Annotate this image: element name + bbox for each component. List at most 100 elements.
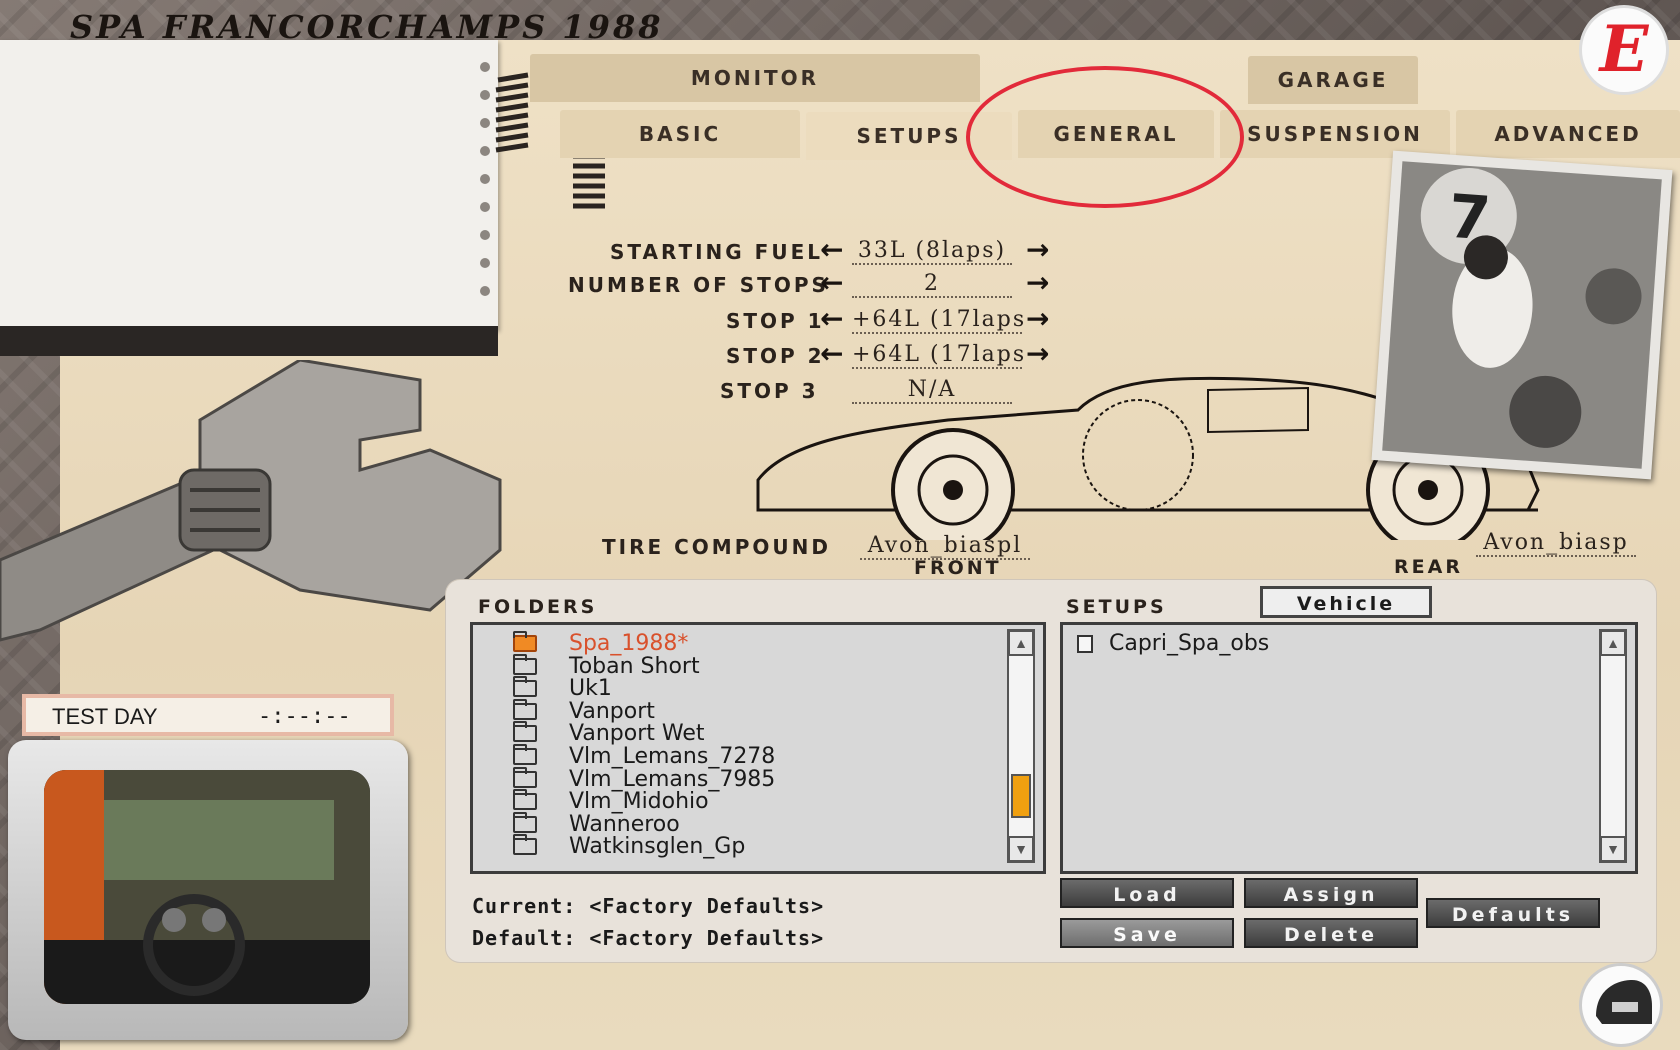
number-of-stops-decrease-icon[interactable]: ← — [820, 269, 843, 297]
session-panel: TEST DAY -:--:-- — [22, 694, 394, 736]
document-icon — [1077, 635, 1093, 653]
save-button[interactable]: Save — [1060, 918, 1234, 948]
folder-item[interactable]: Wanneroo — [473, 811, 1043, 837]
stop1-label: STOP 1 — [726, 309, 825, 333]
notepad-hole — [480, 174, 490, 184]
wrench-icon — [0, 360, 502, 642]
folder-name: Vlm_Midohio — [569, 789, 709, 815]
tire-compound-label: TIRE COMPOUND — [602, 535, 831, 559]
folder-name: Wanneroo — [569, 811, 680, 837]
folder-icon — [513, 834, 537, 856]
load-button[interactable]: Load — [1060, 878, 1234, 908]
folder-icon — [513, 698, 537, 720]
stop3-value: N/A — [852, 377, 1012, 404]
defaults-button[interactable]: Defaults — [1426, 898, 1600, 928]
stop2-decrease-icon[interactable]: ← — [820, 340, 843, 368]
tab-garage[interactable]: GARAGE — [1248, 56, 1418, 104]
folder-name: Vlm_Lemans_7278 — [569, 744, 776, 769]
setups-list[interactable]: Capri_Spa_obs ▲ ▼ — [1060, 622, 1638, 874]
folder-icon — [513, 789, 537, 811]
stop2-increase-icon[interactable]: → — [1026, 340, 1049, 368]
folder-name: Vanport Wet — [569, 721, 705, 747]
folder-item[interactable]: Vlm_Midohio — [473, 789, 1043, 815]
notepad — [0, 40, 498, 330]
setup-name: Capri_Spa_obs — [1109, 631, 1270, 656]
folder-icon — [513, 811, 537, 833]
tire-rear-label: REAR — [1394, 556, 1463, 578]
folder-icon — [513, 766, 537, 788]
tab-setups[interactable]: SETUPS — [806, 112, 1012, 160]
folders-scroll-thumb[interactable] — [1011, 774, 1031, 819]
folder-icon — [513, 653, 537, 675]
folder-name: Vlm_Lemans_7985 — [569, 766, 776, 792]
folder-item[interactable]: Watkinsglen_Gp — [473, 834, 1043, 860]
folder-name: Uk1 — [569, 676, 612, 702]
cockpit-view — [44, 770, 370, 1004]
tv-screen — [44, 770, 370, 1004]
starting-fuel-decrease-icon[interactable]: ← — [820, 236, 843, 264]
folder-item[interactable]: Spa_1988* — [473, 631, 1043, 656]
list-item[interactable]: Capri_Spa_obs — [1063, 633, 1635, 655]
folder-item[interactable]: Vanport Wet — [473, 721, 1043, 747]
folder-name: Watkinsglen_Gp — [569, 834, 746, 860]
stop1-value: +64L (17laps — [852, 307, 1027, 334]
folder-item[interactable]: Vlm_Lemans_7278 — [473, 744, 1043, 769]
folder-icon — [513, 744, 537, 765]
notepad-hole — [480, 230, 490, 240]
number-of-stops-value: 2 — [852, 271, 1012, 298]
setups-title: SETUPS — [1066, 596, 1167, 618]
scroll-down-icon[interactable]: ▼ — [1008, 836, 1034, 862]
folder-icon — [513, 721, 537, 743]
setups-scrollbar[interactable]: ▲ ▼ — [1599, 629, 1627, 863]
scroll-up-icon[interactable]: ▲ — [1008, 630, 1034, 656]
folder-item[interactable]: Vanport — [473, 698, 1043, 724]
tab-general[interactable]: GENERAL — [1018, 110, 1214, 158]
logo-e-icon[interactable]: E — [1582, 8, 1666, 92]
folders-title: FOLDERS — [478, 596, 598, 618]
folders-list[interactable]: Spa_1988* Toban Short Uk1 Vanport Vanport We… — [470, 622, 1046, 874]
starting-fuel-increase-icon[interactable]: → — [1026, 236, 1049, 264]
tab-advanced[interactable]: ADVANCED — [1456, 110, 1680, 158]
number-of-stops-increase-icon[interactable]: → — [1026, 269, 1049, 297]
tire-front-value[interactable]: Avon_biaspl — [860, 533, 1030, 560]
folder-item[interactable]: Vlm_Lemans_7985 — [473, 766, 1043, 792]
starting-fuel-label: STARTING FUEL — [610, 240, 823, 264]
folder-item[interactable]: Toban Short — [473, 653, 1043, 679]
stop3-label: STOP 3 — [720, 379, 819, 403]
notepad-hole — [480, 286, 490, 296]
folder-name: Spa_1988* — [569, 631, 689, 656]
tab-basic[interactable]: BASIC — [560, 110, 800, 158]
folder-icon — [513, 676, 537, 698]
default-setup-status: Default: <Factory Defaults> — [472, 926, 825, 950]
mechanic-photo-image: 7 — [1382, 161, 1662, 469]
notepad-bar — [0, 326, 498, 356]
starting-fuel-value: 33L (8laps) — [852, 238, 1012, 265]
folder-item[interactable]: Uk1 — [473, 676, 1043, 702]
folder-name: Vanport — [569, 698, 655, 724]
folder-icon — [513, 631, 537, 652]
delete-button[interactable]: Delete — [1244, 918, 1418, 948]
session-name: TEST DAY — [52, 704, 158, 729]
stop1-decrease-icon[interactable]: ← — [820, 305, 843, 333]
stop2-label: STOP 2 — [726, 344, 825, 368]
current-setup-status: Current: <Factory Defaults> — [472, 894, 825, 918]
notepad-hole — [480, 258, 490, 268]
tv-monitor — [8, 740, 408, 1040]
folder-name: Toban Short — [569, 653, 700, 679]
mechanic-photo: 7 — [1371, 150, 1673, 480]
stop1-increase-icon[interactable]: → — [1026, 305, 1049, 333]
folders-scrollbar[interactable]: ▲ ▼ — [1007, 629, 1035, 863]
tab-monitor[interactable]: MONITOR — [530, 54, 980, 102]
scroll-down-icon[interactable]: ▼ — [1600, 836, 1626, 862]
helmet-icon[interactable] — [1582, 966, 1660, 1044]
stop2-value: +64L (17laps — [852, 342, 1027, 369]
scroll-up-icon[interactable]: ▲ — [1600, 630, 1626, 656]
tire-rear-value[interactable]: Avon_biasp — [1476, 530, 1636, 557]
assign-button[interactable]: Assign — [1244, 878, 1418, 908]
helmet-icon-graphic — [1596, 980, 1652, 1024]
tire-front-label: FRONT — [914, 557, 1002, 579]
vehicle-button[interactable]: Vehicle — [1260, 586, 1432, 618]
notepad-hole — [480, 202, 490, 212]
session-time: -:--:-- — [258, 704, 351, 729]
tab-suspension[interactable]: SUSPENSION — [1220, 110, 1450, 158]
